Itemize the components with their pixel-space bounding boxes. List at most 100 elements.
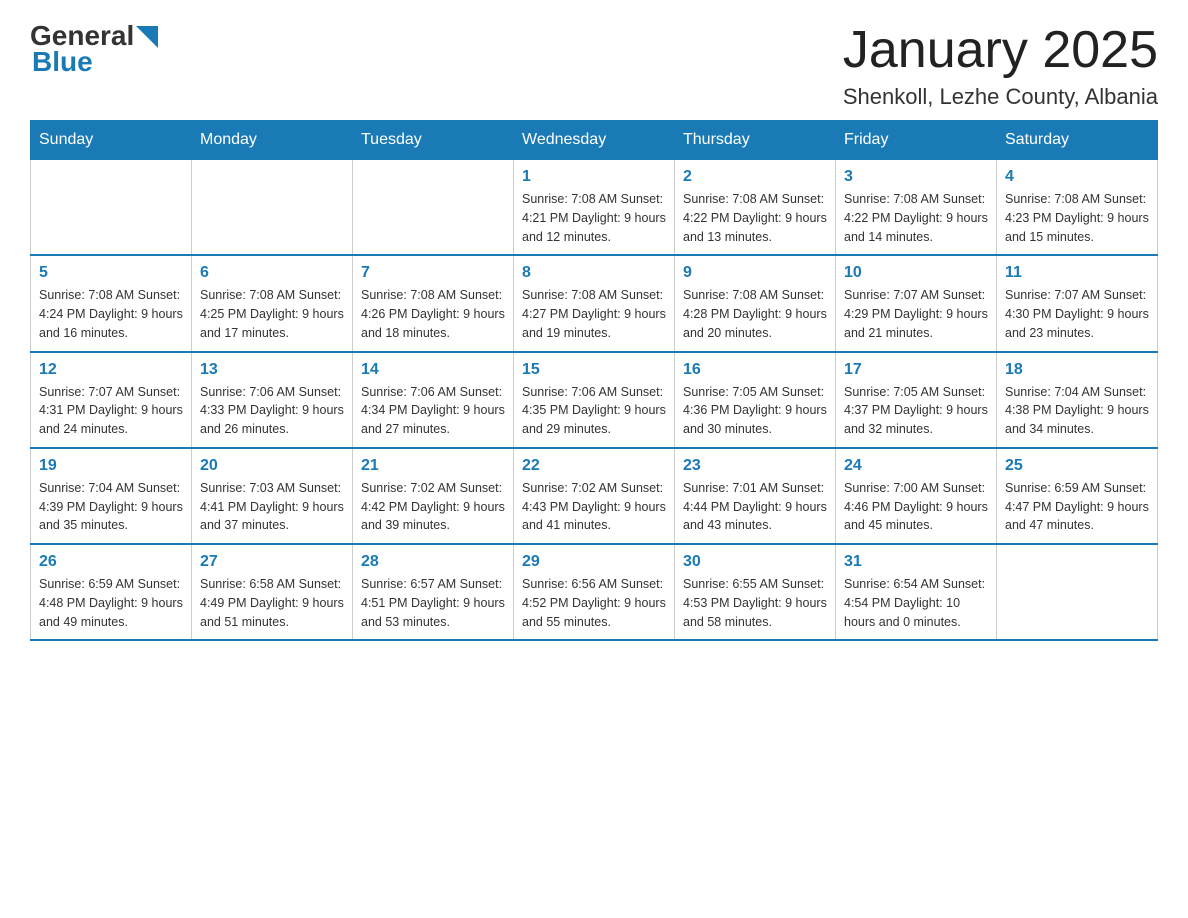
page-header: General Blue January 2025 Shenkoll, Lezh…	[30, 20, 1158, 110]
day-number: 31	[844, 553, 988, 571]
week-row-3: 12Sunrise: 7:07 AM Sunset: 4:31 PM Dayli…	[31, 352, 1158, 448]
day-cell: 11 Sunrise: 7:07 AM Sunset: 4:30 PM Dayli…	[997, 255, 1158, 351]
week-row-4: 19Sunrise: 7:04 AM Sunset: 4:39 PM Dayli…	[31, 448, 1158, 544]
calendar-table: SundayMondayTuesdayWednesdayThursdayFrid…	[30, 120, 1158, 641]
day-number: 23	[683, 457, 827, 475]
calendar-header: SundayMondayTuesdayWednesdayThursdayFrid…	[31, 121, 1158, 160]
day-number: 27	[200, 553, 344, 571]
day-cell: 2 Sunrise: 7:08 AM Sunset: 4:22 PM Daylig…	[675, 160, 836, 256]
day-cell: 18 Sunrise: 7:04 AM Sunset: 4:38 PM Dayli…	[997, 352, 1158, 448]
day-number: 4	[1005, 168, 1149, 186]
day-info: Sunrise: 7:08 AM Sunset: 4:24 PM Dayligh…	[39, 286, 183, 342]
day-info: Sunrise: 7:08 AM Sunset: 4:25 PM Dayligh…	[200, 286, 344, 342]
day-number: 24	[844, 457, 988, 475]
header-row: SundayMondayTuesdayWednesdayThursdayFrid…	[31, 121, 1158, 160]
day-info: Sunrise: 7:07 AM Sunset: 4:29 PM Dayligh…	[844, 286, 988, 342]
day-number: 15	[522, 361, 666, 379]
day-number: 19	[39, 457, 183, 475]
day-info: Sunrise: 6:54 AM Sunset: 4:54 PM Dayligh…	[844, 575, 988, 631]
day-cell: 1 Sunrise: 7:08 AM Sunset: 4:21 PM Daylig…	[514, 160, 675, 256]
day-number: 9	[683, 264, 827, 282]
day-info: Sunrise: 7:06 AM Sunset: 4:35 PM Dayligh…	[522, 383, 666, 439]
day-cell	[353, 160, 514, 256]
day-header-saturday: Saturday	[997, 121, 1158, 160]
day-number: 20	[200, 457, 344, 475]
day-cell: 19Sunrise: 7:04 AM Sunset: 4:39 PM Dayli…	[31, 448, 192, 544]
day-info: Sunrise: 7:05 AM Sunset: 4:36 PM Dayligh…	[683, 383, 827, 439]
day-header-thursday: Thursday	[675, 121, 836, 160]
day-number: 10	[844, 264, 988, 282]
day-cell: 22Sunrise: 7:02 AM Sunset: 4:43 PM Dayli…	[514, 448, 675, 544]
week-row-1: 1 Sunrise: 7:08 AM Sunset: 4:21 PM Daylig…	[31, 160, 1158, 256]
day-number: 16	[683, 361, 827, 379]
day-info: Sunrise: 7:08 AM Sunset: 4:26 PM Dayligh…	[361, 286, 505, 342]
day-info: Sunrise: 7:07 AM Sunset: 4:31 PM Dayligh…	[39, 383, 183, 439]
day-info: Sunrise: 7:03 AM Sunset: 4:41 PM Dayligh…	[200, 479, 344, 535]
day-cell: 8 Sunrise: 7:08 AM Sunset: 4:27 PM Daylig…	[514, 255, 675, 351]
day-info: Sunrise: 7:08 AM Sunset: 4:21 PM Dayligh…	[522, 190, 666, 246]
day-number: 13	[200, 361, 344, 379]
page-title: January 2025	[843, 20, 1158, 80]
day-cell: 20 Sunrise: 7:03 AM Sunset: 4:41 PM Dayli…	[192, 448, 353, 544]
day-info: Sunrise: 7:08 AM Sunset: 4:28 PM Dayligh…	[683, 286, 827, 342]
day-info: Sunrise: 7:01 AM Sunset: 4:44 PM Dayligh…	[683, 479, 827, 535]
week-row-5: 26 Sunrise: 6:59 AM Sunset: 4:48 PM Dayli…	[31, 544, 1158, 640]
day-info: Sunrise: 7:02 AM Sunset: 4:42 PM Dayligh…	[361, 479, 505, 535]
day-cell: 24Sunrise: 7:00 AM Sunset: 4:46 PM Dayli…	[836, 448, 997, 544]
title-section: January 2025 Shenkoll, Lezhe County, Alb…	[843, 20, 1158, 110]
day-number: 21	[361, 457, 505, 475]
day-number: 6	[200, 264, 344, 282]
day-cell: 9 Sunrise: 7:08 AM Sunset: 4:28 PM Daylig…	[675, 255, 836, 351]
day-cell: 30 Sunrise: 6:55 AM Sunset: 4:53 PM Dayli…	[675, 544, 836, 640]
logo: General Blue	[30, 20, 158, 78]
day-cell: 7Sunrise: 7:08 AM Sunset: 4:26 PM Daylig…	[353, 255, 514, 351]
day-number: 30	[683, 553, 827, 571]
day-info: Sunrise: 7:06 AM Sunset: 4:34 PM Dayligh…	[361, 383, 505, 439]
day-cell	[192, 160, 353, 256]
day-info: Sunrise: 6:58 AM Sunset: 4:49 PM Dayligh…	[200, 575, 344, 631]
day-info: Sunrise: 7:08 AM Sunset: 4:27 PM Dayligh…	[522, 286, 666, 342]
logo-blue-text: Blue	[32, 46, 93, 78]
day-info: Sunrise: 7:02 AM Sunset: 4:43 PM Dayligh…	[522, 479, 666, 535]
logo-arrow-icon	[136, 26, 158, 48]
day-info: Sunrise: 7:08 AM Sunset: 4:22 PM Dayligh…	[683, 190, 827, 246]
day-number: 14	[361, 361, 505, 379]
day-info: Sunrise: 6:56 AM Sunset: 4:52 PM Dayligh…	[522, 575, 666, 631]
day-number: 2	[683, 168, 827, 186]
day-number: 5	[39, 264, 183, 282]
week-row-2: 5 Sunrise: 7:08 AM Sunset: 4:24 PM Daylig…	[31, 255, 1158, 351]
day-header-friday: Friday	[836, 121, 997, 160]
day-info: Sunrise: 7:07 AM Sunset: 4:30 PM Dayligh…	[1005, 286, 1149, 342]
day-cell: 15 Sunrise: 7:06 AM Sunset: 4:35 PM Dayli…	[514, 352, 675, 448]
day-number: 18	[1005, 361, 1149, 379]
day-info: Sunrise: 6:59 AM Sunset: 4:47 PM Dayligh…	[1005, 479, 1149, 535]
day-info: Sunrise: 7:08 AM Sunset: 4:22 PM Dayligh…	[844, 190, 988, 246]
day-info: Sunrise: 6:59 AM Sunset: 4:48 PM Dayligh…	[39, 575, 183, 631]
day-number: 11	[1005, 264, 1149, 282]
day-number: 1	[522, 168, 666, 186]
day-header-wednesday: Wednesday	[514, 121, 675, 160]
day-cell: 10 Sunrise: 7:07 AM Sunset: 4:29 PM Dayli…	[836, 255, 997, 351]
day-cell	[997, 544, 1158, 640]
day-number: 28	[361, 553, 505, 571]
day-cell: 25Sunrise: 6:59 AM Sunset: 4:47 PM Dayli…	[997, 448, 1158, 544]
day-info: Sunrise: 7:04 AM Sunset: 4:38 PM Dayligh…	[1005, 383, 1149, 439]
day-cell: 5 Sunrise: 7:08 AM Sunset: 4:24 PM Daylig…	[31, 255, 192, 351]
day-cell: 23 Sunrise: 7:01 AM Sunset: 4:44 PM Dayli…	[675, 448, 836, 544]
day-cell: 6 Sunrise: 7:08 AM Sunset: 4:25 PM Daylig…	[192, 255, 353, 351]
day-header-sunday: Sunday	[31, 121, 192, 160]
day-cell: 21 Sunrise: 7:02 AM Sunset: 4:42 PM Dayli…	[353, 448, 514, 544]
day-info: Sunrise: 7:05 AM Sunset: 4:37 PM Dayligh…	[844, 383, 988, 439]
day-header-tuesday: Tuesday	[353, 121, 514, 160]
day-number: 3	[844, 168, 988, 186]
day-cell: 29Sunrise: 6:56 AM Sunset: 4:52 PM Dayli…	[514, 544, 675, 640]
day-info: Sunrise: 6:55 AM Sunset: 4:53 PM Dayligh…	[683, 575, 827, 631]
day-number: 26	[39, 553, 183, 571]
calendar-body: 1 Sunrise: 7:08 AM Sunset: 4:21 PM Daylig…	[31, 160, 1158, 641]
day-cell: 12Sunrise: 7:07 AM Sunset: 4:31 PM Dayli…	[31, 352, 192, 448]
day-cell: 3 Sunrise: 7:08 AM Sunset: 4:22 PM Daylig…	[836, 160, 997, 256]
day-cell: 17Sunrise: 7:05 AM Sunset: 4:37 PM Dayli…	[836, 352, 997, 448]
subtitle: Shenkoll, Lezhe County, Albania	[843, 84, 1158, 110]
day-info: Sunrise: 6:57 AM Sunset: 4:51 PM Dayligh…	[361, 575, 505, 631]
day-number: 8	[522, 264, 666, 282]
